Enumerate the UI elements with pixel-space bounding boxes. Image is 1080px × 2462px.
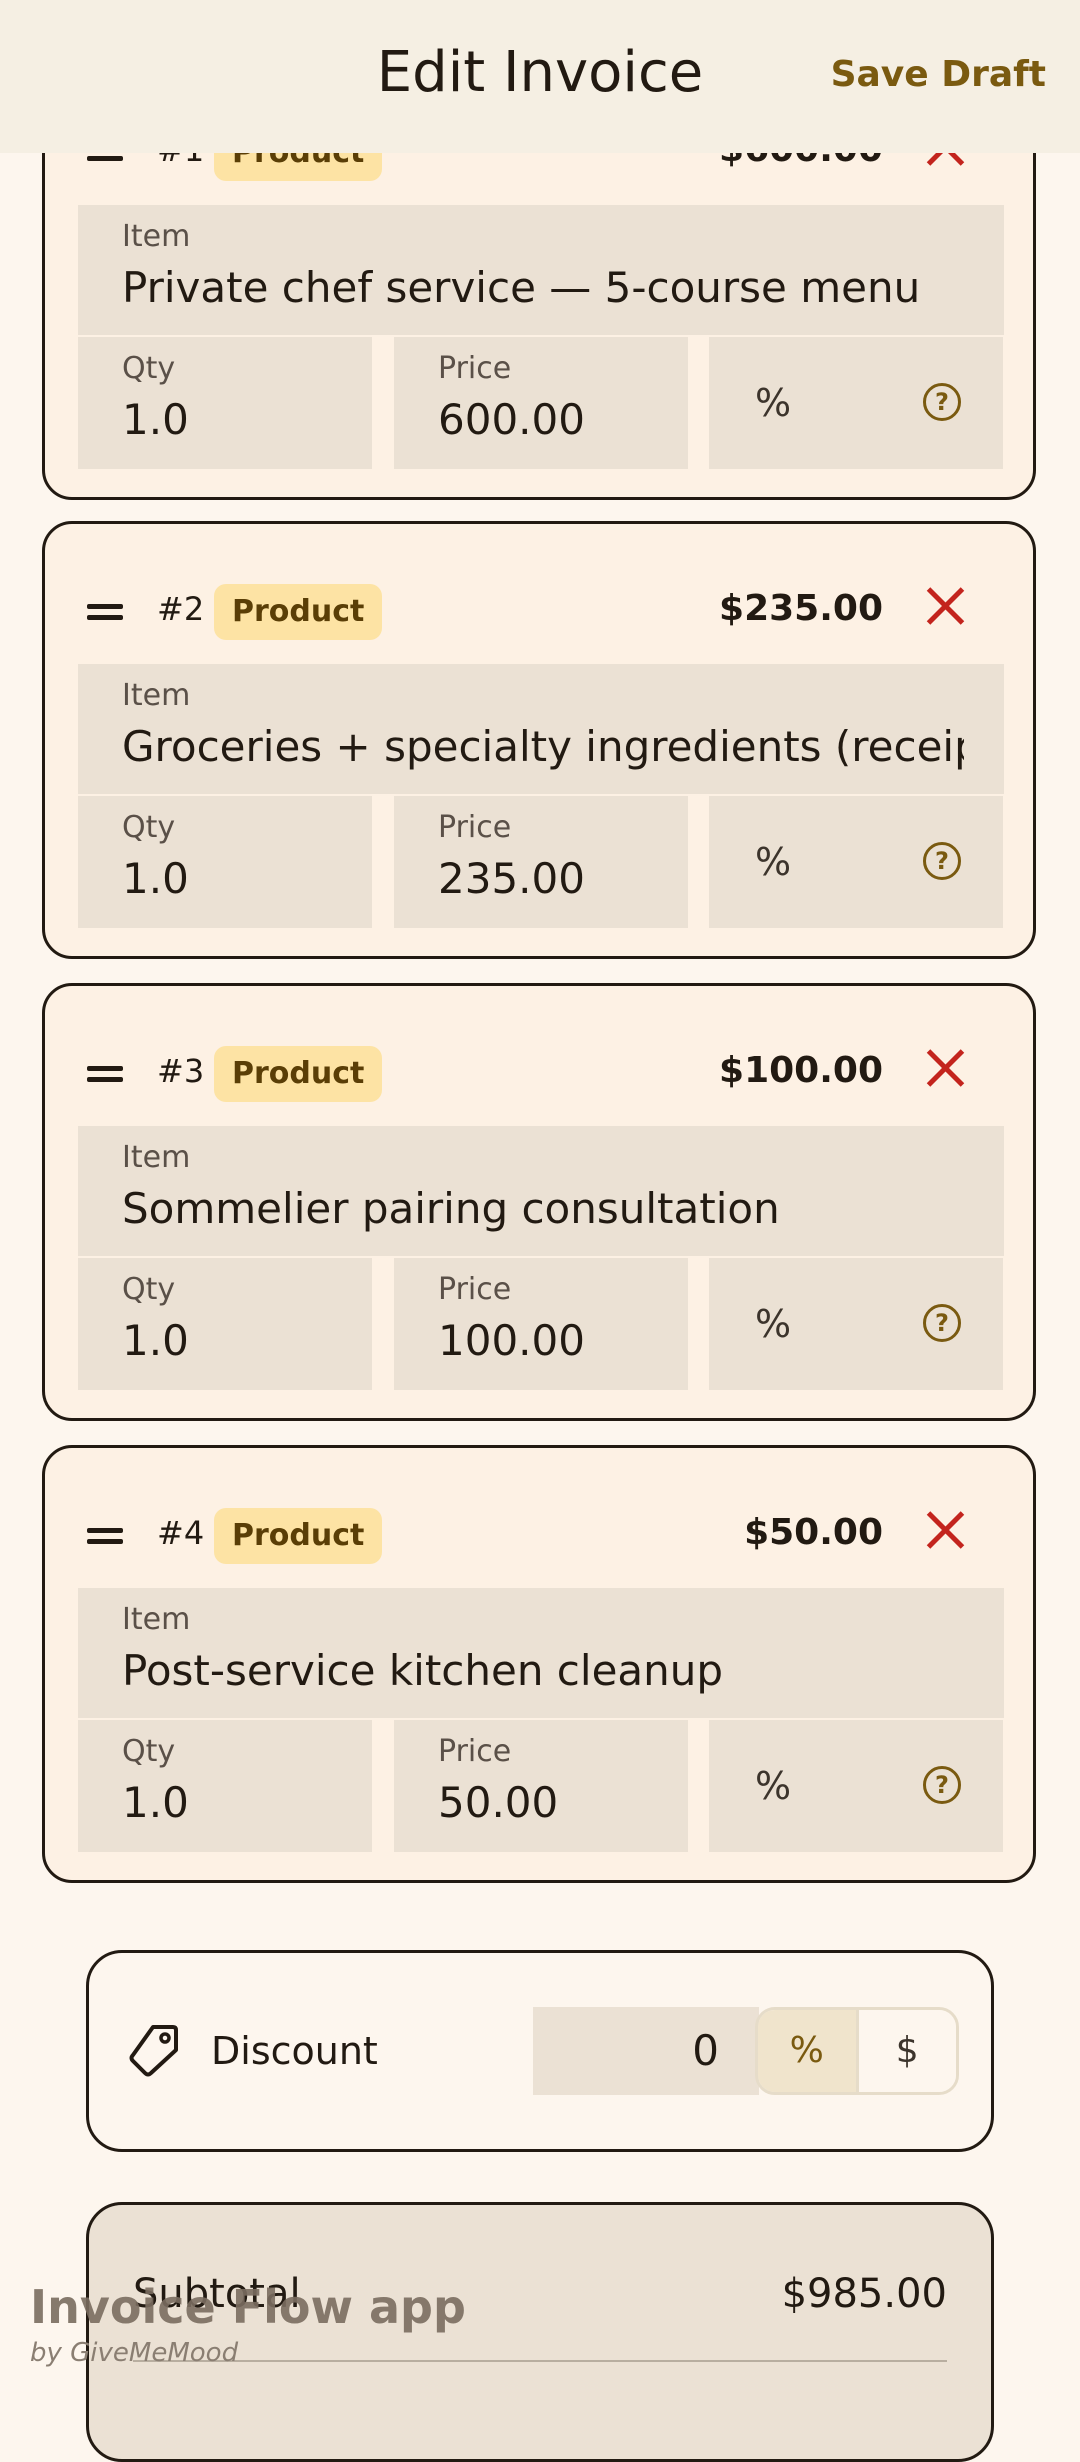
item-name-field[interactable]: Item Private chef service — 5-course men… xyxy=(78,205,1004,335)
percent-symbol: % xyxy=(755,840,792,884)
field-label: Item xyxy=(122,219,191,254)
item-name-value: Groceries + specialty ingredients (recei… xyxy=(122,722,964,771)
line-item-amount: $50.00 xyxy=(744,1512,883,1553)
field-label: Price xyxy=(438,1734,512,1769)
price-value: 600.00 xyxy=(438,395,585,444)
qty-value: 1.0 xyxy=(122,854,189,903)
discount-type-toggle: % $ xyxy=(755,2007,959,2095)
price-field[interactable]: Price 600.00 xyxy=(394,337,688,469)
tax-percent-field[interactable]: % ? xyxy=(709,1258,1003,1390)
save-draft-button[interactable]: Save Draft xyxy=(831,54,1046,95)
qty-value: 1.0 xyxy=(122,1316,189,1365)
field-label: Qty xyxy=(122,351,176,386)
discount-label: Discount xyxy=(211,2029,378,2073)
field-label: Price xyxy=(438,351,512,386)
item-name-field[interactable]: Item Groceries + specialty ingredients (… xyxy=(78,664,1004,794)
percent-symbol: % xyxy=(755,1764,792,1808)
qty-field[interactable]: Qty 1.0 xyxy=(78,1720,372,1852)
line-item-card: #2 Product $235.00 Item Groceries + spec… xyxy=(42,521,1036,959)
line-item-amount: $235.00 xyxy=(719,588,883,629)
tax-percent-field[interactable]: % ? xyxy=(709,796,1003,928)
field-label: Qty xyxy=(122,1272,176,1307)
item-type-badge: Product xyxy=(214,1046,383,1102)
field-label: Qty xyxy=(122,1734,176,1769)
field-label: Item xyxy=(122,678,191,713)
subtotal-value: $985.00 xyxy=(781,2271,947,2317)
close-icon[interactable] xyxy=(923,1046,967,1090)
drag-handle-icon[interactable] xyxy=(87,1066,123,1084)
percent-symbol: % xyxy=(755,381,792,425)
price-field[interactable]: Price 235.00 xyxy=(394,796,688,928)
drag-handle-icon[interactable] xyxy=(87,1528,123,1546)
tax-percent-field[interactable]: % ? xyxy=(709,337,1003,469)
qty-value: 1.0 xyxy=(122,1778,189,1827)
help-icon[interactable]: ? xyxy=(923,383,961,421)
field-label: Price xyxy=(438,1272,512,1307)
discount-percent-option[interactable]: % xyxy=(758,2010,856,2092)
help-icon[interactable]: ? xyxy=(923,1304,961,1342)
percent-symbol: % xyxy=(755,1302,792,1346)
app-bar: Edit Invoice Save Draft xyxy=(0,0,1080,153)
line-item-number: #2 xyxy=(157,590,205,628)
line-item-number: #4 xyxy=(157,1514,205,1552)
item-type-badge: Product xyxy=(214,1508,383,1564)
help-icon[interactable]: ? xyxy=(923,1766,961,1804)
item-name-field[interactable]: Item Sommelier pairing consultation xyxy=(78,1126,1004,1256)
watermark: Invoice Flow app by GiveMeMood xyxy=(30,2280,466,2368)
tag-icon xyxy=(129,2025,178,2077)
item-name-value: Sommelier pairing consultation xyxy=(122,1184,780,1233)
line-item-number: #3 xyxy=(157,1052,205,1090)
discount-amount-input[interactable]: 0 xyxy=(533,2007,759,2095)
qty-field[interactable]: Qty 1.0 xyxy=(78,337,372,469)
item-name-value: Private chef service — 5-course menu xyxy=(122,263,921,312)
price-value: 100.00 xyxy=(438,1316,585,1365)
item-name-field[interactable]: Item Post-service kitchen cleanup xyxy=(78,1588,1004,1718)
field-label: Price xyxy=(438,810,512,845)
qty-value: 1.0 xyxy=(122,395,189,444)
field-label: Item xyxy=(122,1140,191,1175)
price-field[interactable]: Price 50.00 xyxy=(394,1720,688,1852)
price-value: 235.00 xyxy=(438,854,585,903)
drag-handle-icon[interactable] xyxy=(87,604,123,622)
price-field[interactable]: Price 100.00 xyxy=(394,1258,688,1390)
line-item-amount: $100.00 xyxy=(719,1050,883,1091)
watermark-byline: by GiveMeMood xyxy=(30,2338,239,2368)
item-type-badge: Product xyxy=(214,584,383,640)
close-icon[interactable] xyxy=(923,1508,967,1552)
price-value: 50.00 xyxy=(438,1778,559,1827)
tax-percent-field[interactable]: % ? xyxy=(709,1720,1003,1852)
field-label: Item xyxy=(122,1602,191,1637)
close-icon[interactable] xyxy=(923,584,967,628)
discount-dollar-option[interactable]: $ xyxy=(855,2010,956,2092)
qty-field[interactable]: Qty 1.0 xyxy=(78,796,372,928)
discount-row: Discount 0 % $ xyxy=(86,1950,994,2152)
help-icon[interactable]: ? xyxy=(923,842,961,880)
line-item-card: #3 Product $100.00 Item Sommelier pairin… xyxy=(42,983,1036,1421)
item-name-value: Post-service kitchen cleanup xyxy=(122,1646,724,1695)
field-label: Qty xyxy=(122,810,176,845)
line-item-card: #4 Product $50.00 Item Post-service kitc… xyxy=(42,1445,1036,1883)
qty-field[interactable]: Qty 1.0 xyxy=(78,1258,372,1390)
watermark-app-name: Invoice Flow app xyxy=(30,2280,466,2334)
